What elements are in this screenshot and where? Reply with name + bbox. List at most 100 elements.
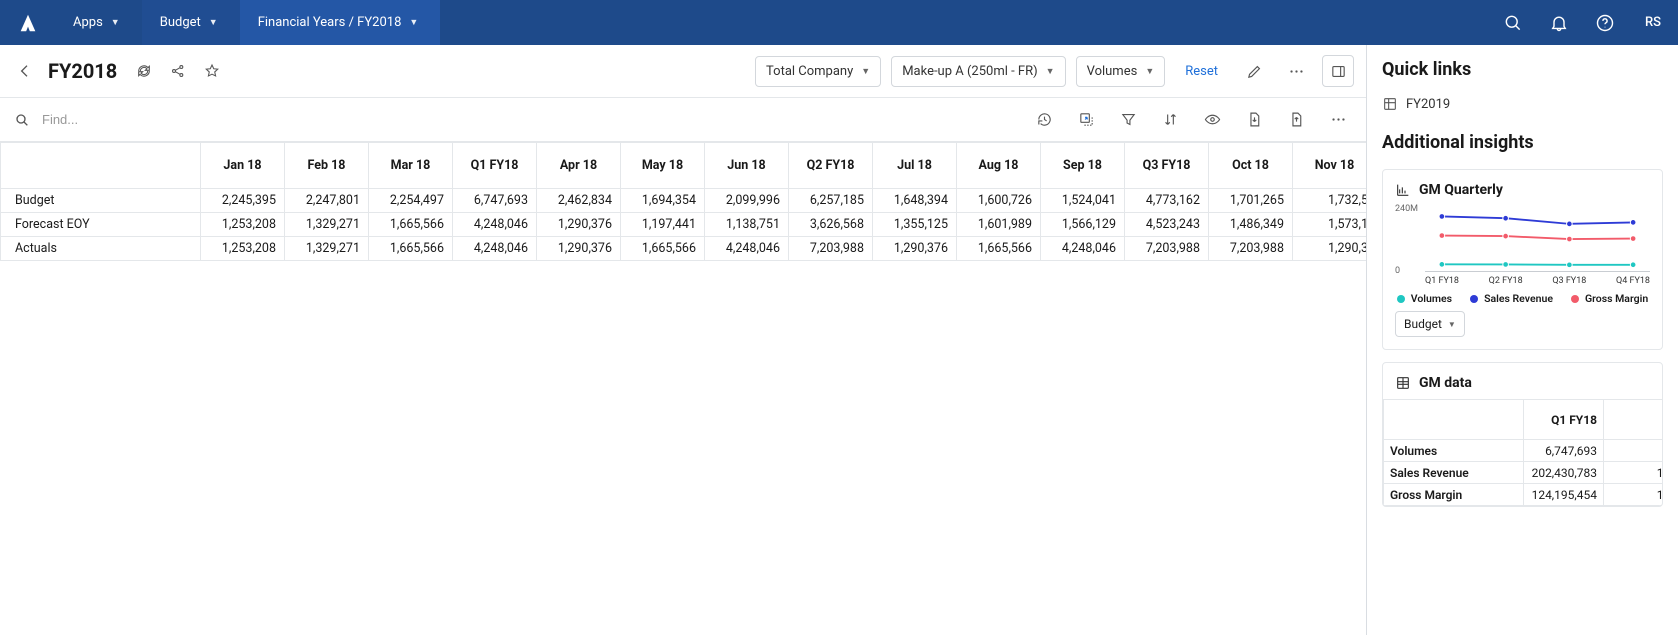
col-header[interactable]: Q3 FY18: [1125, 143, 1209, 189]
find-input[interactable]: [42, 112, 242, 127]
col-header[interactable]: May 18: [621, 143, 705, 189]
cell[interactable]: 4,523,243: [1125, 213, 1209, 237]
chart-version-dropdown[interactable]: Budget ▼: [1395, 311, 1465, 337]
row-label[interactable]: Forecast EOY: [1, 213, 201, 237]
cell[interactable]: 4,248,046: [1041, 237, 1125, 261]
gm-cell[interactable]: 124,195,454: [1524, 484, 1604, 506]
col-header[interactable]: Aug 18: [957, 143, 1041, 189]
cell[interactable]: 1,355,125: [873, 213, 957, 237]
cell[interactable]: 6,747,693: [453, 189, 537, 213]
cell[interactable]: 1,197,441: [621, 213, 705, 237]
cell[interactable]: 6,257,185: [789, 189, 873, 213]
col-header[interactable]: Feb 18: [285, 143, 369, 189]
cell[interactable]: 2,245,395: [201, 189, 285, 213]
cell[interactable]: 1,601,989: [957, 213, 1041, 237]
toggle-panel-button[interactable]: [1322, 55, 1354, 87]
gm-cell[interactable]: 6,747,693: [1524, 440, 1604, 462]
cell[interactable]: 1,694,354: [621, 189, 705, 213]
cell[interactable]: 1,648,394: [873, 189, 957, 213]
col-header[interactable]: Sep 18: [1041, 143, 1125, 189]
col-header[interactable]: Nov 18: [1293, 143, 1367, 189]
cell[interactable]: 1,665,566: [621, 237, 705, 261]
user-avatar[interactable]: RS: [1628, 0, 1678, 45]
cell[interactable]: 1,329,271: [285, 213, 369, 237]
cell[interactable]: 2,254,497: [369, 189, 453, 213]
gm-row-label[interactable]: Sales Revenue: [1384, 462, 1524, 484]
more-button[interactable]: [1280, 55, 1312, 87]
filter-metric[interactable]: Volumes ▼: [1076, 56, 1166, 87]
cell[interactable]: 4,248,046: [453, 213, 537, 237]
cell[interactable]: 2,462,834: [537, 189, 621, 213]
cell[interactable]: 3,626,568: [789, 213, 873, 237]
col-header[interactable]: Jun 18: [705, 143, 789, 189]
gm-row-label[interactable]: Volumes: [1384, 440, 1524, 462]
cell[interactable]: 1,566,129: [1041, 213, 1125, 237]
app-logo[interactable]: [0, 0, 55, 45]
cell[interactable]: 1,290,376: [537, 213, 621, 237]
col-header[interactable]: Apr 18: [537, 143, 621, 189]
nav-budget[interactable]: Budget ▼: [142, 0, 240, 45]
grid-more-button[interactable]: [1322, 104, 1354, 136]
cell[interactable]: 1,290,3: [1293, 237, 1367, 261]
cell[interactable]: 1,524,041: [1041, 189, 1125, 213]
gm-cell[interactable]: 202,430,783: [1524, 462, 1604, 484]
gm-cell[interactable]: 187: [1604, 462, 1664, 484]
cell[interactable]: 4,248,046: [453, 237, 537, 261]
cell[interactable]: 4,773,162: [1125, 189, 1209, 213]
gm-cell[interactable]: 6: [1604, 440, 1664, 462]
cell[interactable]: 4,248,046: [705, 237, 789, 261]
sort-button[interactable]: [1154, 104, 1186, 136]
visibility-button[interactable]: [1196, 104, 1228, 136]
notifications-button[interactable]: [1536, 0, 1582, 45]
cell[interactable]: 2,247,801: [285, 189, 369, 213]
col-header[interactable]: Jan 18: [201, 143, 285, 189]
gm-cell[interactable]: 115: [1604, 484, 1664, 506]
gm-data-table[interactable]: Q1 FY18Q Volumes6,747,6936 Sales Revenue20…: [1383, 399, 1663, 506]
cell[interactable]: 1,665,566: [369, 237, 453, 261]
gm-col-header[interactable]: Q: [1604, 400, 1664, 440]
cell[interactable]: 1,138,751: [705, 213, 789, 237]
filter-product[interactable]: Make-up A (250ml - FR) ▼: [891, 56, 1065, 87]
filter-company[interactable]: Total Company ▼: [755, 56, 881, 87]
cell[interactable]: 7,203,988: [1125, 237, 1209, 261]
search-button[interactable]: [1490, 0, 1536, 45]
nav-breadcrumb[interactable]: Financial Years / FY2018 ▼: [240, 0, 441, 45]
col-header[interactable]: Q1 FY18: [453, 143, 537, 189]
row-label[interactable]: Actuals: [1, 237, 201, 261]
help-button[interactable]: [1582, 0, 1628, 45]
cell[interactable]: 7,203,988: [789, 237, 873, 261]
col-header[interactable]: Q2 FY18: [789, 143, 873, 189]
cell[interactable]: 7,203,988: [1209, 237, 1293, 261]
refresh-button[interactable]: [133, 60, 155, 82]
cell[interactable]: 1,290,376: [537, 237, 621, 261]
reset-button[interactable]: Reset: [1175, 57, 1228, 86]
favorite-button[interactable]: [201, 60, 223, 82]
filter-button[interactable]: [1112, 104, 1144, 136]
copy-doc-button[interactable]: [1280, 104, 1312, 136]
cell[interactable]: 1,253,208: [201, 237, 285, 261]
cell[interactable]: 1,290,376: [873, 237, 957, 261]
cell[interactable]: 1,665,566: [957, 237, 1041, 261]
cell[interactable]: 1,600,726: [957, 189, 1041, 213]
edit-button[interactable]: [1238, 55, 1270, 87]
col-header[interactable]: Mar 18: [369, 143, 453, 189]
col-header[interactable]: Jul 18: [873, 143, 957, 189]
cell[interactable]: 1,253,208: [201, 213, 285, 237]
nav-apps[interactable]: Apps ▼: [55, 0, 142, 45]
quick-link-fy2019[interactable]: FY2019: [1382, 96, 1663, 112]
export-button[interactable]: [1070, 104, 1102, 136]
gm-row-label[interactable]: Gross Margin: [1384, 484, 1524, 506]
data-grid[interactable]: Jan 18Feb 18Mar 18Q1 FY18Apr 18May 18Jun…: [0, 142, 1366, 261]
row-label[interactable]: Budget: [1, 189, 201, 213]
gm-col-header[interactable]: Q1 FY18: [1524, 400, 1604, 440]
cell[interactable]: 1,329,271: [285, 237, 369, 261]
back-button[interactable]: [12, 58, 38, 84]
col-header[interactable]: Oct 18: [1209, 143, 1293, 189]
cell[interactable]: 2,099,996: [705, 189, 789, 213]
cell[interactable]: 1,665,566: [369, 213, 453, 237]
cell[interactable]: 1,701,265: [1209, 189, 1293, 213]
history-button[interactable]: [1028, 104, 1060, 136]
cell[interactable]: 1,732,5: [1293, 189, 1367, 213]
download-button[interactable]: [1238, 104, 1270, 136]
cell[interactable]: 1,486,349: [1209, 213, 1293, 237]
